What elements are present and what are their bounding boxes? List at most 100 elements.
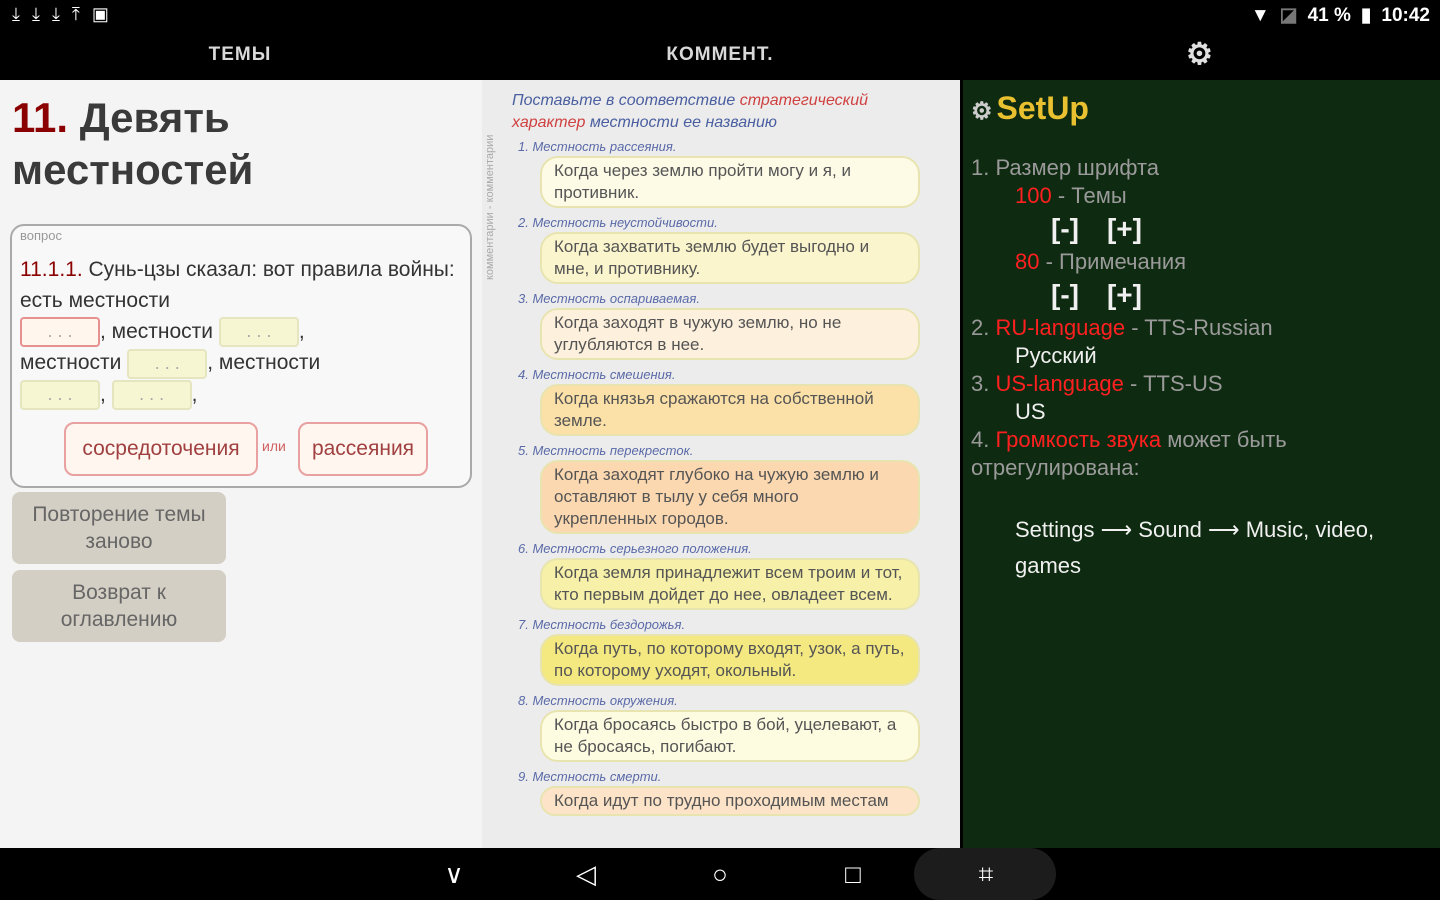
pair-label: 8. Местность окружения. <box>518 693 678 708</box>
tab-comment[interactable]: КОММЕНТ. <box>480 30 960 80</box>
question-number: 11.1.1. <box>20 258 83 281</box>
lesson-number: 11. <box>12 94 69 141</box>
font-notes-value: 80 <box>1015 249 1040 274</box>
question-text: 11.1.1. Сунь-цзы сказал: вот правила вой… <box>20 254 460 411</box>
arrow-right-icon: ⟶ <box>1208 517 1240 542</box>
pair-answer[interactable]: Когда заходят в чужую землю, но не углуб… <box>540 308 920 360</box>
upload-icon: ⤒ <box>71 4 80 24</box>
download-icon: ⤓ <box>31 4 40 24</box>
path-settings: Settings <box>1015 517 1095 542</box>
font-notes-label: - Примечания <box>1039 249 1187 274</box>
lesson-panel: 11. Девять местностей вопрос 11.1.1. Сун… <box>0 80 482 848</box>
wifi-icon: ▼ <box>1250 4 1270 26</box>
ru-language-value: Русский <box>1015 343 1097 368</box>
gear-icon: ⚙ <box>1186 38 1214 71</box>
answer-blank-1[interactable]: . . . <box>20 317 100 348</box>
answer-blank-5[interactable]: . . . <box>111 380 192 411</box>
comment-panel: комментарии - комментарии Поставьте в со… <box>482 80 960 848</box>
font-themes-decrease-button[interactable]: [-] <box>1051 213 1079 244</box>
image-icon: ▣ <box>91 4 109 24</box>
tab-themes[interactable]: ТЕМЫ <box>0 30 480 80</box>
setup-item-volume: 4. Громкость звука может быть отрегулиро… <box>971 426 1431 482</box>
pair-answer[interactable]: Когда заходят глубоко на чужую землю и о… <box>540 460 920 534</box>
vertical-caption-text: комментарии - комментарии <box>484 134 496 280</box>
item-number: 2. <box>971 315 990 340</box>
status-notifications: ⤓ ⤓ ⤓ ⤒ ▣ <box>12 4 109 25</box>
battery-icon: ▮ <box>1360 5 1372 26</box>
ru-tts-label: - TTS-Russian <box>1125 315 1273 340</box>
font-notes-row: 80 - Примечания <box>971 248 1431 276</box>
pair-label: 1. Местность рассеяния. <box>518 139 677 154</box>
home-icon[interactable]: ○ <box>700 856 740 892</box>
option-dispersion-button[interactable]: рассеяния <box>298 422 428 476</box>
pair-answer[interactable]: Когда через землю пройти могу и я, и про… <box>540 156 920 208</box>
question-body: Сунь-цзы сказал: вот правила войны: есть… <box>20 258 455 312</box>
screenshot-icon[interactable]: ⌗ <box>966 856 1006 892</box>
matching-list: 1. Местность рассеяния. Когда через землю… <box>518 138 928 822</box>
font-themes-value: 100 <box>1015 183 1052 208</box>
download-icon: ⤓ <box>12 4 20 24</box>
font-themes-label: - Темы <box>1051 183 1127 208</box>
font-notes-increase-button[interactable]: [+] <box>1107 279 1142 310</box>
us-language-label: US-language <box>995 371 1124 396</box>
font-themes-stepper: [-] [+] <box>971 210 1431 248</box>
lesson-title: 11. Девять местностей <box>12 92 472 196</box>
pair-label: 5. Местность перекресток. <box>518 443 694 458</box>
font-notes-stepper: [-] [+] <box>971 276 1431 314</box>
pair-answer[interactable]: Когда земля принадлежит всем троим и тот… <box>540 558 920 610</box>
battery-level: 41 % <box>1307 4 1351 26</box>
question-word: , местности <box>207 351 321 375</box>
pair-label: 3. Местность оспариваемая. <box>518 291 700 306</box>
setup-item-us-language[interactable]: 3. US-language - TTS-US <box>971 370 1431 398</box>
navigation-bar: ∨ ◁ ○ □ ⌗ <box>0 848 1440 900</box>
pair-answer[interactable]: Когда князья сражаются на собственной зе… <box>540 384 920 436</box>
pair-answer[interactable]: Когда идут по трудно проходимым местам <box>540 786 920 816</box>
pair-label: 9. Местность смерти. <box>518 769 662 784</box>
settings-path: Settings ⟶ Sound ⟶ Music, video, games <box>971 512 1431 584</box>
pair-answer[interactable]: Когда захватить землю будет выгодно и мн… <box>540 232 920 284</box>
setup-item-ru-language[interactable]: 2. RU-language - TTS-Russian <box>971 314 1431 342</box>
option-concentration-button[interactable]: сосредоточения <box>64 422 258 476</box>
us-tts-label: - TTS-US <box>1123 371 1223 396</box>
setup-list: 1. Размер шрифта 100 - Темы [-] [+] 80 - … <box>971 154 1431 584</box>
answer-blank-3[interactable]: . . . <box>127 348 208 379</box>
task-text-part: Поставьте в соответствие <box>512 92 736 109</box>
back-to-contents-button[interactable]: Возврат к оглавлению <box>12 570 226 642</box>
answer-blank-2[interactable]: . . . <box>218 317 299 348</box>
gear-icon: ⚙ <box>971 98 993 125</box>
tab-settings[interactable]: ⚙ <box>960 30 1440 80</box>
item-number: 3. <box>971 371 990 396</box>
signal-icon: ◪ <box>1279 5 1298 26</box>
chevron-down-icon[interactable]: ∨ <box>434 856 474 892</box>
task-text-part: местности ее названию <box>589 114 777 131</box>
status-bar: ⤓ ⤓ ⤓ ⤒ ▣ ▼ ◪ 41 % ▮ 10:42 <box>0 0 1440 30</box>
vertical-caption: комментарии - комментарии <box>482 100 500 280</box>
answer-blank-4[interactable]: . . . <box>20 380 100 411</box>
font-notes-decrease-button[interactable]: [-] <box>1051 279 1079 310</box>
setup-item-font-size: 1. Размер шрифта <box>971 155 1160 180</box>
repeat-topic-button[interactable]: Повторение темы заново <box>12 492 226 564</box>
font-themes-increase-button[interactable]: [+] <box>1107 213 1142 244</box>
setup-title: ⚙ SetUp <box>971 90 1089 127</box>
item-number: 4. <box>971 427 990 452</box>
us-language-value: US <box>1015 399 1046 424</box>
pair-label: 7. Местность бездорожья. <box>518 617 686 632</box>
pair-answer[interactable]: Когда бросаясь быстро в бой, уцелевают, … <box>540 710 920 762</box>
task-instruction: Поставьте в соответствие стратегический … <box>512 90 892 134</box>
back-icon[interactable]: ◁ <box>566 856 606 892</box>
pair-label: 4. Местность смешения. <box>518 367 676 382</box>
pair-label: 2. Местность неустойчивости. <box>518 215 718 230</box>
pair-label: 6. Местность серьезного положения. <box>518 541 752 556</box>
recent-apps-icon[interactable]: □ <box>833 856 873 892</box>
question-caption: вопрос <box>20 228 62 243</box>
question-word: местности <box>20 351 122 375</box>
question-word: , местности <box>100 320 214 343</box>
tab-bar: ТЕМЫ КОММЕНТ. ⚙ <box>0 30 1440 110</box>
path-sound: Sound <box>1138 517 1202 542</box>
question-card: вопрос 11.1.1. Сунь-цзы сказал: вот прав… <box>10 224 472 488</box>
option-separator: или <box>262 438 286 454</box>
setup-title-text: SetUp <box>996 90 1089 126</box>
pair-answer[interactable]: Когда путь, по которому входят, узок, а … <box>540 634 920 686</box>
volume-label: Громкость звука <box>995 427 1162 452</box>
status-system: ▼ ◪ 41 % ▮ 10:42 <box>1251 4 1430 27</box>
